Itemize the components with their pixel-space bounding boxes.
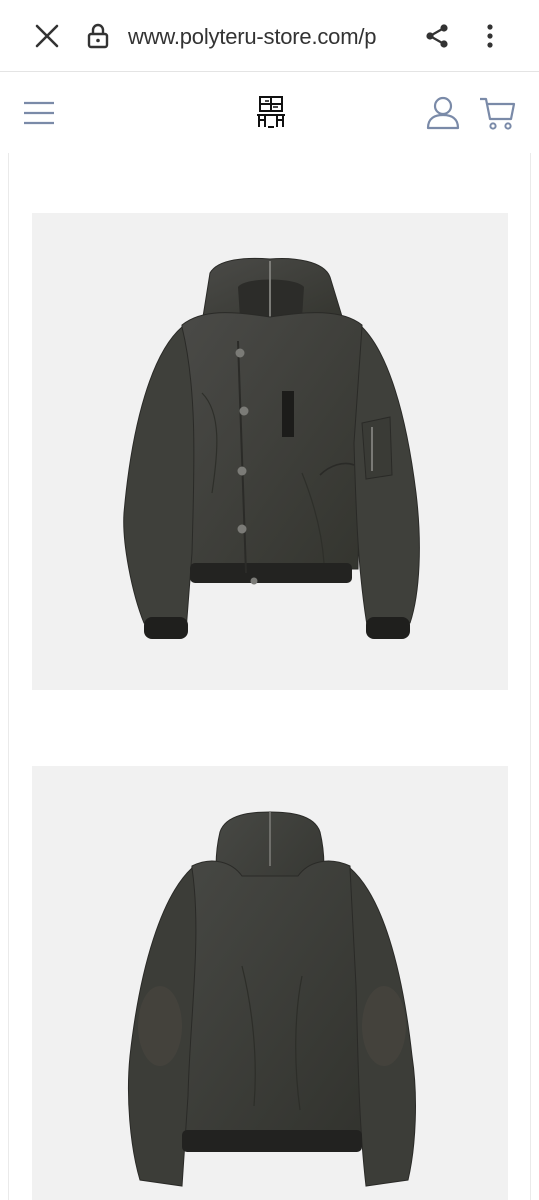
hamburger-icon[interactable] <box>20 95 58 131</box>
share-icon[interactable] <box>419 18 455 54</box>
more-vert-icon[interactable] <box>472 18 508 54</box>
cart-icon[interactable] <box>478 93 518 133</box>
divider <box>530 153 531 1200</box>
product-image-front[interactable] <box>32 213 508 690</box>
close-icon[interactable] <box>29 18 65 54</box>
site-header <box>0 73 539 153</box>
browser-toolbar: www.polyteru-store.com/p <box>0 0 539 72</box>
product-image-back[interactable] <box>32 766 508 1200</box>
address-bar-url[interactable]: www.polyteru-store.com/p <box>128 22 401 52</box>
user-icon[interactable] <box>424 93 462 133</box>
brand-logo[interactable] <box>252 93 290 133</box>
lock-icon[interactable] <box>80 18 116 54</box>
divider <box>8 153 9 1200</box>
